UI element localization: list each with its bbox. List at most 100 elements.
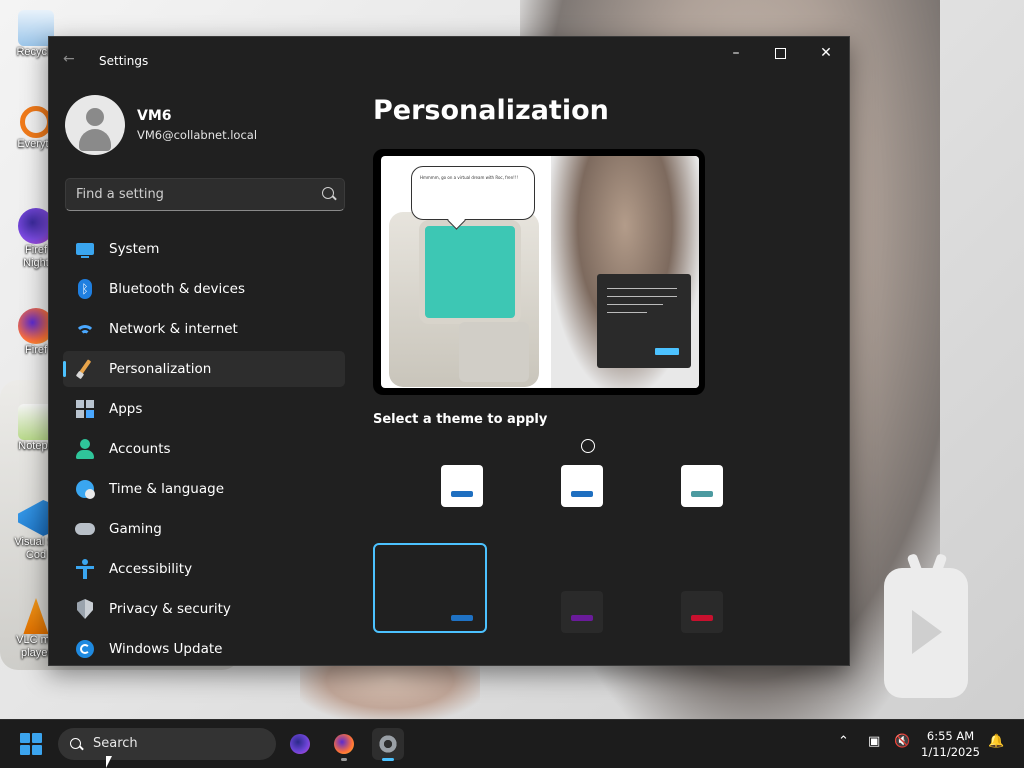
taskbar-search-label: Search [93,736,138,751]
mouse-cursor [106,756,112,768]
windows-logo-icon [20,733,30,743]
search-icon[interactable] [322,187,334,199]
find-setting-search[interactable]: Find a setting [65,178,345,211]
sidebar-nav: System ᛒ Bluetooth & devices Network & i… [63,231,345,665]
start-button[interactable] [20,733,42,755]
clock-date: 1/11/2025 [921,745,980,759]
notification-bell-icon[interactable]: 🔔 [988,734,1004,749]
theme-option-light-blue[interactable] [373,447,487,537]
update-icon [75,639,95,659]
theme-window-thumbnail [441,465,483,507]
search-icon [70,738,81,749]
back-arrow-icon[interactable]: ← [63,51,75,67]
theme-accent-bar [691,615,713,621]
sidebar-item-label: Windows Update [109,641,223,657]
taskbar: Search ⌃ ▣ 🔇 6:55 AM 1/11/2025 🔔 [0,719,1024,768]
theme-option-light-teal[interactable] [613,447,727,537]
sidebar-item-label: Gaming [109,521,162,537]
system-clock[interactable]: 6:55 AM 1/11/2025 [921,728,980,760]
main-content: Personalization Hmmmm, go on a virtual d… [371,85,849,665]
theme-option-light-blue-2[interactable] [493,447,607,537]
minimize-icon: – [732,45,740,61]
volume-muted-icon[interactable]: 🔇 [894,734,910,749]
firefox-nightly-taskbar-button[interactable] [284,728,316,760]
theme-option-dark-red[interactable] [613,543,727,633]
sidebar-item-personalization[interactable]: Personalization [63,351,345,387]
theme-window-thumbnail [681,591,723,633]
accessibility-icon [75,559,95,579]
title-bar[interactable]: ← Settings – ✕ [49,37,849,85]
theme-section-label: Select a theme to apply [373,412,548,427]
theme-accent-bar [691,491,713,497]
preview-dialog-window [597,274,691,368]
controller-icon [75,519,95,539]
sidebar: VM6 VM6@collabnet.local Find a setting S… [49,85,359,665]
desktop-background-preview: Hmmmm, go on a virtual dream with Roc, f… [381,156,699,388]
wallpaper-play-icon [884,552,968,698]
theme-window-thumbnail [681,465,723,507]
sidebar-item-system[interactable]: System [63,231,345,267]
user-email: VM6@collabnet.local [137,128,258,142]
sidebar-item-label: Personalization [109,361,212,377]
wifi-icon [75,319,95,339]
theme-option-dark-purple[interactable] [493,543,607,633]
firefox-nightly-taskbar-icon [290,734,310,754]
bluetooth-icon: ᛒ [75,279,95,299]
theme-accent-bar [451,491,473,497]
sidebar-item-label: Network & internet [109,321,238,337]
sidebar-item-label: Bluetooth & devices [109,281,246,297]
apps-icon [75,399,95,419]
theme-accent-bar [571,615,593,621]
sidebar-item-windows-update[interactable]: Windows Update [63,631,345,665]
sidebar-item-label: Time & language [109,481,225,497]
preview-dialog-button [655,348,679,355]
minimize-button[interactable]: – [713,37,759,69]
sidebar-item-label: Accessibility [109,561,193,577]
shield-icon [75,599,95,619]
preview-speech-bubble: Hmmmm, go on a virtual dream with Roc, f… [411,166,535,220]
sidebar-item-network-internet[interactable]: Network & internet [63,311,345,347]
avatar-head-icon [86,108,104,126]
clock-time: 6:55 AM [926,729,975,743]
sidebar-item-privacy-security[interactable]: Privacy & security [63,591,345,627]
theme-window-thumbnail [561,465,603,507]
active-indicator [382,758,394,761]
firefox-taskbar-button[interactable] [328,728,360,761]
theme-accent-bar [571,491,593,497]
brush-icon [75,359,95,380]
maximize-icon [774,47,786,59]
system-icon [75,239,95,259]
sidebar-item-bluetooth-devices[interactable]: ᛒ Bluetooth & devices [63,271,345,307]
theme-window-thumbnail [561,591,603,633]
sidebar-item-accounts[interactable]: Accounts [63,431,345,467]
sidebar-item-label: Accounts [109,441,171,457]
avatar-body-icon [79,129,111,151]
maximize-button[interactable] [757,37,803,69]
settings-taskbar-button[interactable] [372,728,404,761]
taskbar-search[interactable]: Search [58,728,276,760]
display-icon[interactable]: ▣ [868,734,880,749]
preview-computer-illustration [389,212,539,387]
user-name: VM6 [137,108,172,124]
theme-preview: Hmmmm, go on a virtual dream with Roc, f… [373,149,705,395]
person-icon [75,439,95,459]
window-title: Settings [99,54,149,68]
avatar[interactable] [65,95,125,155]
show-hidden-icons-chevron-up-icon[interactable]: ⌃ [838,734,849,749]
theme-option-dark-blue[interactable] [373,543,487,633]
theme-accent-bar [451,615,473,621]
search-input[interactable]: Find a setting [76,187,164,202]
sidebar-item-label: Privacy & security [109,601,231,617]
running-indicator [341,758,347,761]
close-button[interactable]: ✕ [803,37,849,69]
sidebar-item-gaming[interactable]: Gaming [63,511,345,547]
sidebar-item-label: Apps [109,401,143,417]
globe-clock-icon [75,479,95,499]
sidebar-item-accessibility[interactable]: Accessibility [63,551,345,587]
close-icon: ✕ [820,45,832,61]
sidebar-item-time-language[interactable]: Time & language [63,471,345,507]
firefox-taskbar-icon [334,734,354,754]
sidebar-item-apps[interactable]: Apps [63,391,345,427]
settings-taskbar-icon [378,734,398,754]
page-title: Personalization [373,95,609,126]
